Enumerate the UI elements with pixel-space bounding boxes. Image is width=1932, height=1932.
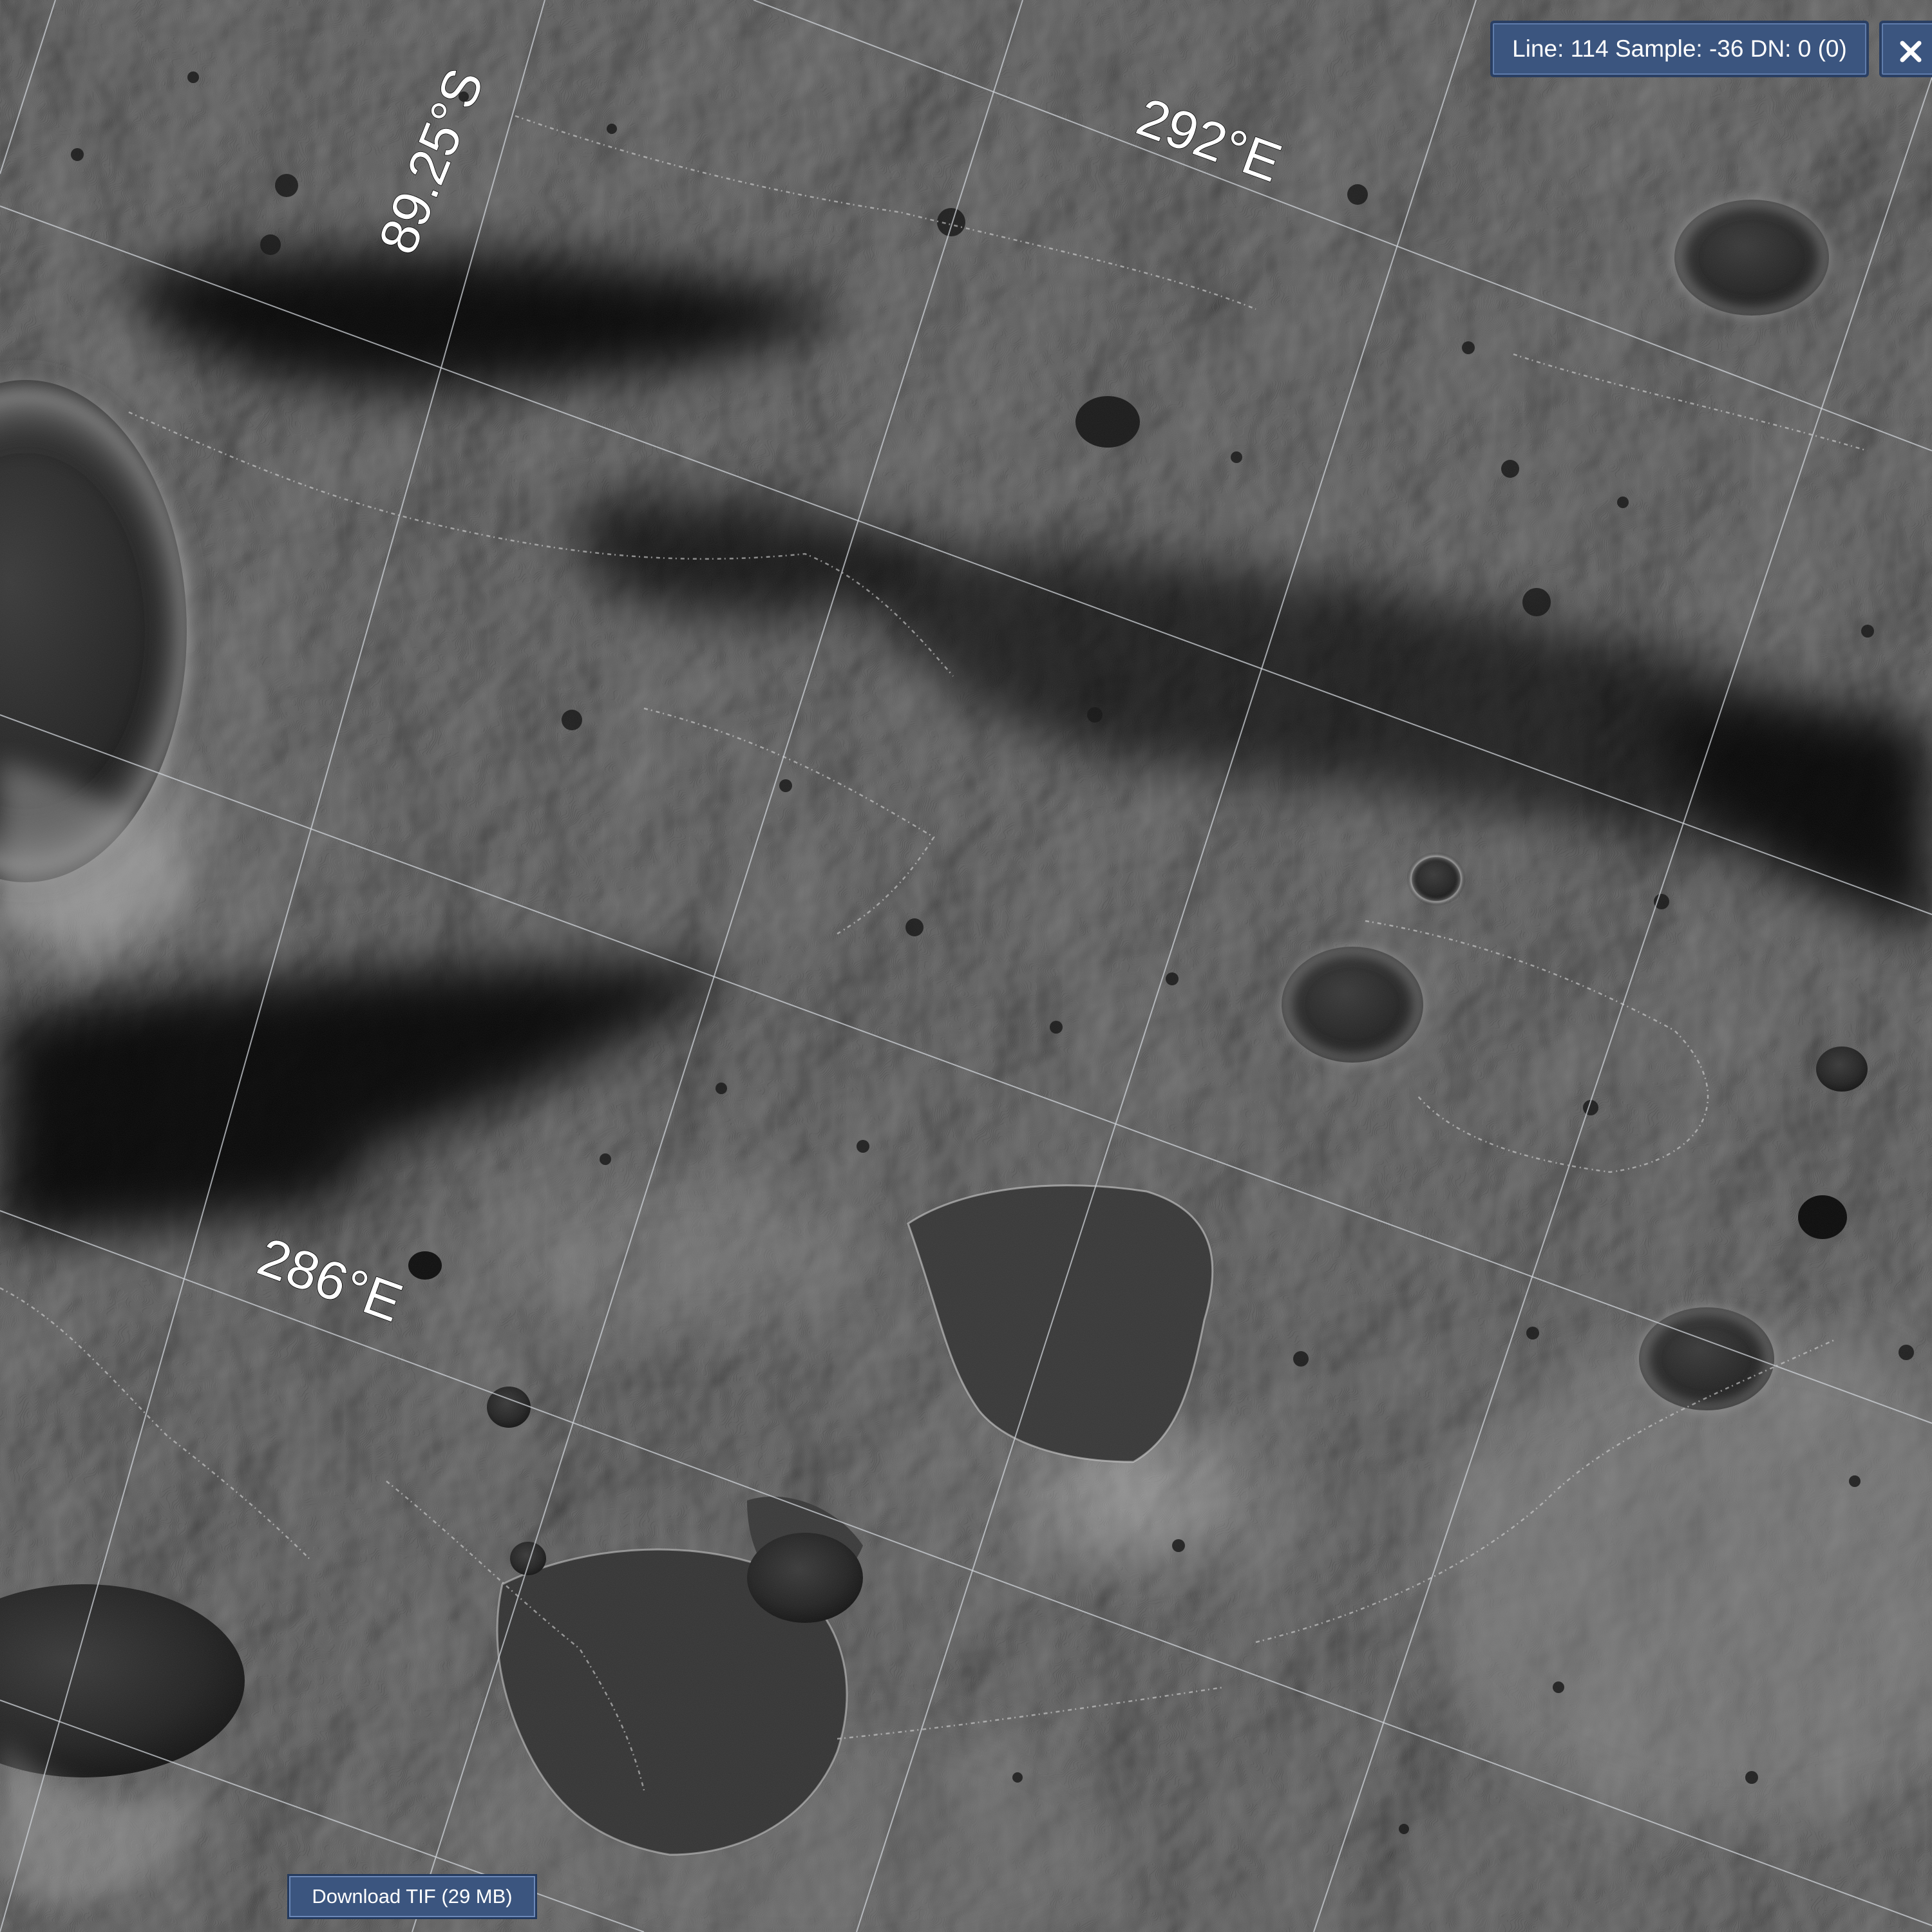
close-icon bbox=[1900, 41, 1922, 62]
pixel-readout: Line: 114 Sample: -36 DN: 0 (0) bbox=[1490, 21, 1869, 77]
image-viewer[interactable]: 89.25°S 292°E 286°E Line: 114 Sample: -3… bbox=[0, 0, 1932, 1932]
download-tif-button[interactable]: Download TIF (29 MB) bbox=[287, 1874, 537, 1919]
close-button[interactable] bbox=[1879, 21, 1932, 77]
lunar-surface-image[interactable]: 89.25°S 292°E 286°E bbox=[0, 0, 1932, 1932]
